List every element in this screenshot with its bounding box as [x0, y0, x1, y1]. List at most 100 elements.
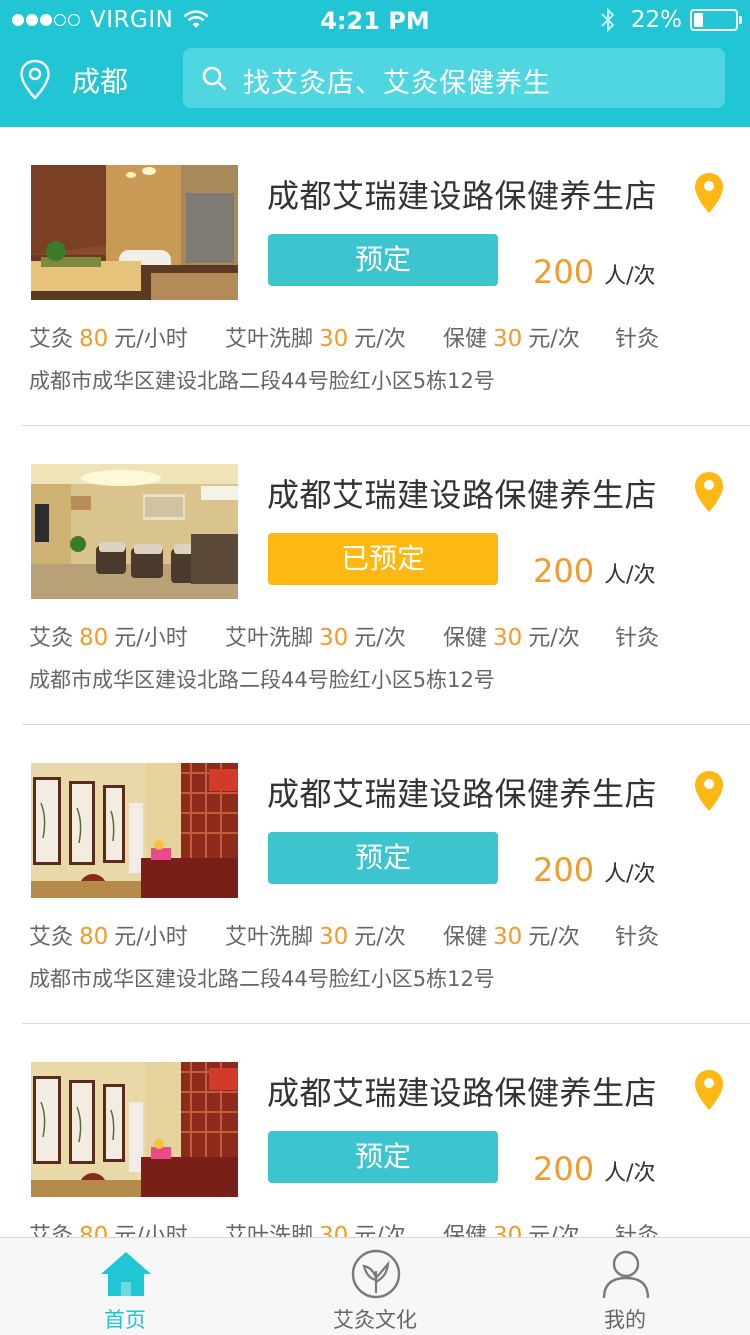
tab-home-label: 首页: [104, 1308, 146, 1332]
service-price: 30: [319, 625, 349, 651]
book-button[interactable]: 预定: [268, 234, 498, 286]
book-button[interactable]: 预定: [268, 1131, 498, 1183]
price-value: 200: [533, 851, 595, 889]
service-price: 30: [493, 326, 523, 352]
service-item: 艾灸 80 元/小时: [29, 620, 188, 652]
store-list[interactable]: 成都艾瑞建设路保健养生店 预定 200 人/次 艾灸 80 元/小时 艾叶洗脚 30 元/次 保健 3…: [0, 127, 750, 1237]
service-item: 艾叶洗脚 30 元/次: [225, 1218, 406, 1237]
price: 200 人/次: [533, 851, 656, 889]
service-name: 艾叶洗脚: [225, 327, 314, 352]
service-name: 保健: [443, 1224, 488, 1237]
service-name: 艾叶洗脚: [225, 925, 314, 950]
top-bar: VIRGIN 4:21 PM 22% 成都 找艾灸店、艾灸保健养生: [0, 0, 750, 127]
battery-percentage: 22%: [630, 7, 682, 33]
store-address: 成都市成华区建设北路二段44号脸红小区5栋12号: [29, 369, 495, 393]
service-price: 30: [493, 625, 523, 651]
service-item: 针灸: [615, 321, 659, 353]
service-name: 针灸: [615, 925, 660, 950]
map-pin-icon[interactable]: [693, 769, 725, 813]
service-item: 艾叶洗脚 30 元/次: [225, 620, 406, 652]
store-card[interactable]: 成都艾瑞建设路保健养生店预定 200 人/次艾灸 80 元/小时 艾叶洗脚 30 元/次 保健 3…: [0, 1024, 750, 1237]
store-photo[interactable]: [31, 763, 238, 898]
price: 200 人/次: [533, 1150, 656, 1188]
service-name: 针灸: [615, 626, 660, 651]
service-name: 艾灸: [29, 327, 74, 352]
location-icon[interactable]: [18, 58, 52, 102]
service-price: 80: [79, 625, 109, 651]
service-item: 艾叶洗脚 30 元/次: [225, 321, 406, 353]
user-icon: [602, 1250, 650, 1299]
map-pin-icon[interactable]: [693, 171, 725, 215]
service-price: 80: [79, 1223, 109, 1237]
service-item: 艾灸 80 元/小时: [29, 1218, 188, 1237]
store-card[interactable]: 成都艾瑞建设路保健养生店 预定 200 人/次 艾灸 80 元/小时 艾叶洗脚 30 元/次 保健 3…: [0, 725, 750, 1024]
tab-me[interactable]: 我的: [500, 1238, 750, 1335]
service-item: 保健 30 元/次: [443, 620, 580, 652]
store-photo[interactable]: [31, 165, 238, 300]
service-name: 艾叶洗脚: [225, 1224, 314, 1237]
price-value: 200: [533, 552, 595, 590]
store-name[interactable]: 成都艾瑞建设路保健养生店: [267, 1068, 657, 1114]
service-name: 保健: [443, 626, 488, 651]
service-unit: 元/次: [528, 925, 580, 950]
service-name: 艾灸: [29, 626, 74, 651]
booked-button[interactable]: 已预定: [268, 533, 498, 585]
service-unit: 元/小时: [114, 925, 188, 950]
service-unit: 元/次: [354, 626, 406, 651]
price-value: 200: [533, 1150, 595, 1188]
price-unit: 人/次: [604, 563, 656, 588]
service-item: 保健 30 元/次: [443, 1218, 580, 1237]
service-price: 30: [319, 1223, 349, 1237]
service-item: 针灸: [615, 919, 659, 951]
store-card[interactable]: 成都艾瑞建设路保健养生店 预定 200 人/次 艾灸 80 元/小时 艾叶洗脚 30 元/次 保健 3…: [0, 127, 750, 426]
bottom-tab-bar: 首页 艾灸文化 我的: [0, 1237, 750, 1335]
service-name: 针灸: [615, 327, 660, 352]
service-unit: 元/次: [354, 925, 406, 950]
service-item: 艾灸 80 元/小时: [29, 321, 188, 353]
service-price: 80: [79, 924, 109, 950]
store-card[interactable]: 成都艾瑞建设路保健养生店已预定 200 人/次艾灸 80 元/小时 艾叶洗脚 30 元/次 保健…: [0, 426, 750, 725]
service-unit: 元/次: [528, 1224, 580, 1237]
search-input[interactable]: 找艾灸店、艾灸保健养生: [183, 48, 725, 108]
tab-moxibustion-culture-label: 艾灸文化: [333, 1308, 417, 1332]
service-unit: 元/小时: [114, 626, 188, 651]
tab-moxibustion-culture[interactable]: 艾灸文化: [250, 1238, 500, 1335]
service-item: 艾灸 80 元/小时: [29, 919, 188, 951]
map-pin-icon[interactable]: [693, 1068, 725, 1112]
store-address: 成都市成华区建设北路二段44号脸红小区5栋12号: [29, 668, 495, 692]
price-value: 200: [533, 253, 595, 291]
home-icon: [101, 1252, 151, 1296]
service-unit: 元/次: [528, 626, 580, 651]
service-item: 针灸: [615, 1218, 659, 1237]
service-price: 30: [493, 924, 523, 950]
price: 200 人/次: [533, 253, 656, 291]
map-pin-icon[interactable]: [693, 470, 725, 514]
store-name[interactable]: 成都艾瑞建设路保健养生店: [267, 171, 657, 217]
price-unit: 人/次: [604, 264, 656, 289]
book-button[interactable]: 预定: [268, 832, 498, 884]
store-photo[interactable]: [31, 464, 238, 599]
leaf-icon: [351, 1249, 401, 1299]
city-selector[interactable]: 成都: [72, 60, 128, 100]
store-address: 成都市成华区建设北路二段44号脸红小区5栋12号: [29, 967, 495, 991]
service-price: 30: [319, 924, 349, 950]
service-price: 80: [79, 326, 109, 352]
price-unit: 人/次: [604, 862, 656, 887]
price-unit: 人/次: [604, 1161, 656, 1186]
store-name[interactable]: 成都艾瑞建设路保健养生店: [267, 470, 657, 516]
price: 200 人/次: [533, 552, 656, 590]
service-item: 艾叶洗脚 30 元/次: [225, 919, 406, 951]
bluetooth-icon: [601, 7, 615, 33]
tab-me-label: 我的: [604, 1308, 646, 1332]
service-name: 针灸: [615, 1224, 660, 1237]
service-unit: 元/小时: [114, 327, 188, 352]
search-icon: [202, 66, 227, 91]
store-photo[interactable]: [31, 1062, 238, 1197]
service-name: 保健: [443, 925, 488, 950]
store-name[interactable]: 成都艾瑞建设路保健养生店: [267, 769, 657, 815]
service-item: 保健 30 元/次: [443, 919, 580, 951]
status-bar: VIRGIN 4:21 PM 22%: [0, 0, 750, 40]
service-price: 30: [493, 1223, 523, 1237]
tab-home[interactable]: 首页: [0, 1238, 250, 1335]
service-unit: 元/次: [354, 1224, 406, 1237]
